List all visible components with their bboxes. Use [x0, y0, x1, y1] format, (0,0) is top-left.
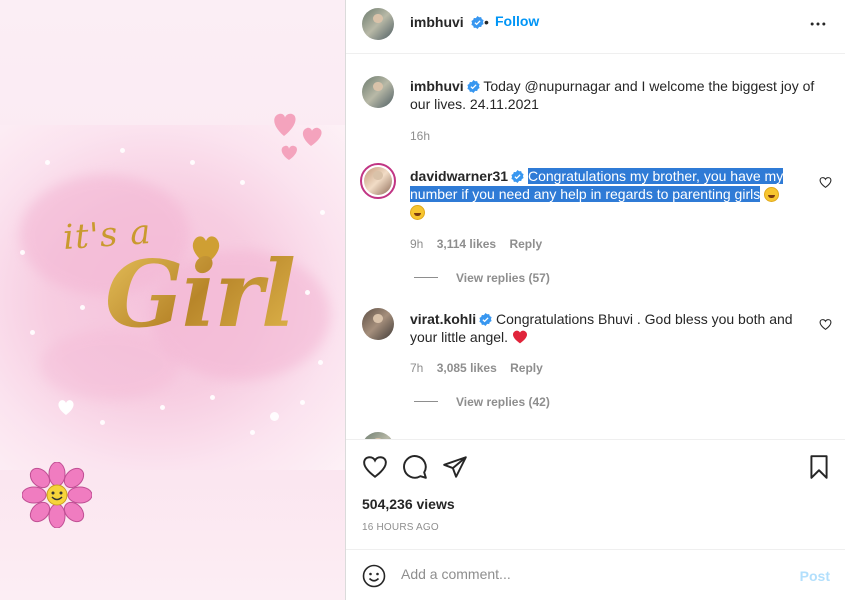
commenter-avatar[interactable]	[362, 308, 394, 340]
verified-badge-icon	[479, 313, 492, 326]
like-comment-icon[interactable]	[819, 176, 832, 189]
caption: imbhuvi Today @nupurnagar and I welcome …	[410, 77, 830, 113]
comment-likes[interactable]: 3,085 likes	[437, 361, 497, 375]
post-sidebar: imbhuvi • Follow imbhuvi Today @nupurnag…	[345, 0, 845, 600]
view-replies-button[interactable]: View replies (57)	[456, 271, 550, 285]
comment-bubble-icon[interactable]	[402, 454, 428, 480]
commenter-avatar[interactable]	[360, 163, 396, 199]
comment-likes[interactable]: 3,114 likes	[437, 237, 496, 251]
save-bookmark-icon[interactable]	[806, 454, 832, 480]
verified-badge-icon	[467, 80, 480, 93]
replies-divider	[414, 277, 438, 278]
verified-badge-icon	[511, 170, 524, 183]
girl-text: Girl	[105, 240, 296, 348]
view-replies-button[interactable]: View replies (42)	[456, 395, 550, 409]
reply-button[interactable]: Reply	[509, 237, 542, 251]
post-comment-button[interactable]: Post	[800, 568, 830, 584]
laughing-emoji-icon	[410, 205, 425, 220]
views-count[interactable]: 504,236 views	[362, 496, 455, 512]
flower-sticker-icon	[22, 462, 92, 528]
like-comment-icon[interactable]	[819, 318, 832, 331]
caption-avatar[interactable]	[362, 76, 394, 108]
red-heart-emoji-icon	[512, 330, 527, 344]
comment-time: 7h	[410, 361, 424, 375]
post-media[interactable]: it's a Girl	[0, 0, 345, 600]
comment-body: davidwarner31 Congratulations my brother…	[410, 167, 805, 221]
post-header: imbhuvi • Follow	[346, 0, 845, 54]
author-username[interactable]: imbhuvi	[410, 14, 464, 30]
comments-list[interactable]: imbhuvi Today @nupurnagar and I welcome …	[346, 54, 845, 439]
add-comment-input[interactable]	[401, 566, 781, 582]
reply-button[interactable]: Reply	[510, 361, 543, 375]
white-heart-icon	[58, 400, 74, 415]
comment-username[interactable]: virat.kohli	[410, 311, 476, 327]
like-heart-icon[interactable]	[362, 454, 388, 480]
commenter-avatar[interactable]	[362, 432, 394, 439]
verified-badge-icon	[470, 16, 484, 29]
follow-button[interactable]: Follow	[495, 13, 539, 29]
laughing-emoji-icon	[764, 187, 780, 202]
pink-hearts-decoration	[274, 113, 322, 160]
more-options-icon[interactable]	[808, 14, 828, 34]
comment-username[interactable]: davidwarner31	[410, 168, 508, 184]
replies-divider	[414, 401, 438, 402]
caption-username[interactable]: imbhuvi	[410, 78, 464, 94]
emoji-picker-icon[interactable]	[362, 564, 386, 588]
comment-body: virat.kohli Congratulations Bhuvi . God …	[410, 310, 805, 346]
comment-time: 9h	[410, 237, 424, 251]
share-send-icon[interactable]	[442, 454, 468, 480]
header-separator: •	[484, 14, 489, 30]
comment-composer: Post	[346, 549, 845, 600]
post-timestamp[interactable]: 16 HOURS AGO	[362, 522, 439, 533]
author-avatar[interactable]	[362, 8, 394, 40]
post-actions: 504,236 views 16 HOURS AGO	[346, 439, 845, 549]
caption-time: 16h	[410, 129, 431, 143]
